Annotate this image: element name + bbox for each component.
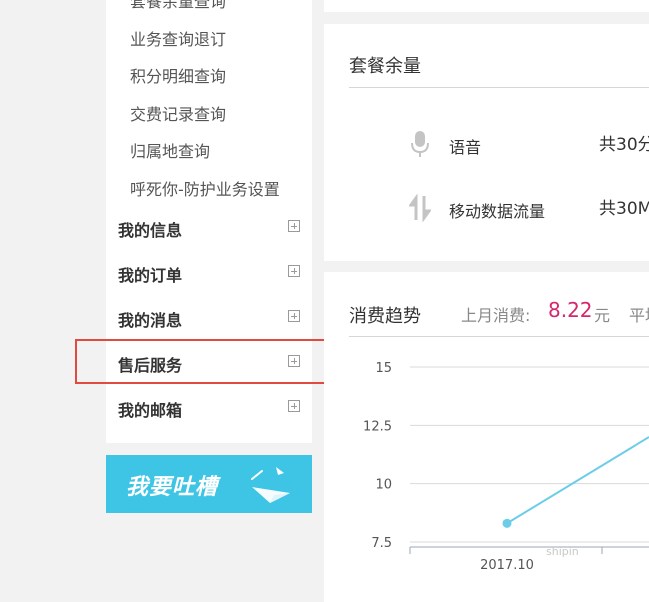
y-tick-label: 7.5 [371, 536, 392, 551]
balance-value: 共30M [599, 199, 649, 219]
balance-row-voice: 语音 共30分 [409, 130, 649, 158]
sidebar-item-label: 我的信息 [118, 221, 183, 240]
top-panel [324, 0, 649, 12]
sidebar-subitem-payment-records[interactable]: 交费记录查询 [130, 101, 226, 125]
sidebar-subitem-home-location[interactable]: 归属地查询 [130, 138, 210, 162]
sidebar-subitem-service-query[interactable]: 业务查询退订 [130, 26, 226, 50]
panel-title: 套餐余量 [349, 56, 421, 77]
sidebar-item-label: 我的订单 [118, 266, 183, 285]
spending-trend-chart: 15 12.5 10 7.5 2017.10 [363, 361, 649, 573]
expand-plus-icon[interactable] [288, 310, 300, 322]
balance-name: 语音 [449, 138, 482, 157]
balance-row-data: 移动数据流量 共30M [409, 194, 649, 222]
watermark: shipin [546, 545, 579, 558]
data-point[interactable] [502, 518, 512, 528]
sidebar-item-my-mailbox[interactable]: 我的邮箱 [118, 397, 300, 421]
expand-plus-icon[interactable] [288, 265, 300, 277]
balance-name: 移动数据流量 [449, 202, 546, 221]
sidebar-item-my-orders[interactable]: 我的订单 [118, 262, 300, 286]
sidebar-item-my-messages[interactable]: 我的消息 [118, 307, 300, 331]
sidebar-item-label: 我的消息 [118, 311, 183, 330]
x-tick-label: 2017.10 [480, 558, 534, 573]
sidebar-item-my-info[interactable]: 我的信息 [118, 217, 300, 241]
y-tick-label: 12.5 [363, 419, 392, 434]
balance-value: 共30分 [599, 135, 649, 155]
divider [349, 87, 649, 88]
spending-trend-panel: 消费趋势 上月消费: 8.22 元 平均 1512.5107.52017.10 [324, 272, 649, 602]
data-transfer-icon [409, 194, 431, 222]
sidebar-subitem-call-protection[interactable]: 呼死你-防护业务设置 [130, 176, 280, 200]
microphone-icon [411, 131, 429, 157]
package-balance-panel: 套餐余量 语音 共30分 移动数据流量 共30M [324, 24, 649, 261]
series-line [506, 436, 649, 525]
sidebar-subitem-points-detail[interactable]: 积分明细查询 [130, 63, 226, 87]
sidebar-subitem-package-balance[interactable]: 套餐余量查询 [130, 0, 226, 12]
feedback-button[interactable]: 我要吐槽 [106, 455, 312, 513]
paper-plane-icon [251, 467, 290, 503]
expand-plus-icon[interactable] [288, 400, 300, 412]
expand-plus-icon[interactable] [288, 220, 300, 232]
y-tick-label: 10 [375, 478, 392, 493]
highlight-box [75, 339, 344, 384]
sidebar-item-label: 我的邮箱 [118, 401, 183, 420]
feedback-label: 我要吐槽 [126, 475, 219, 500]
y-tick-label: 15 [375, 361, 392, 376]
